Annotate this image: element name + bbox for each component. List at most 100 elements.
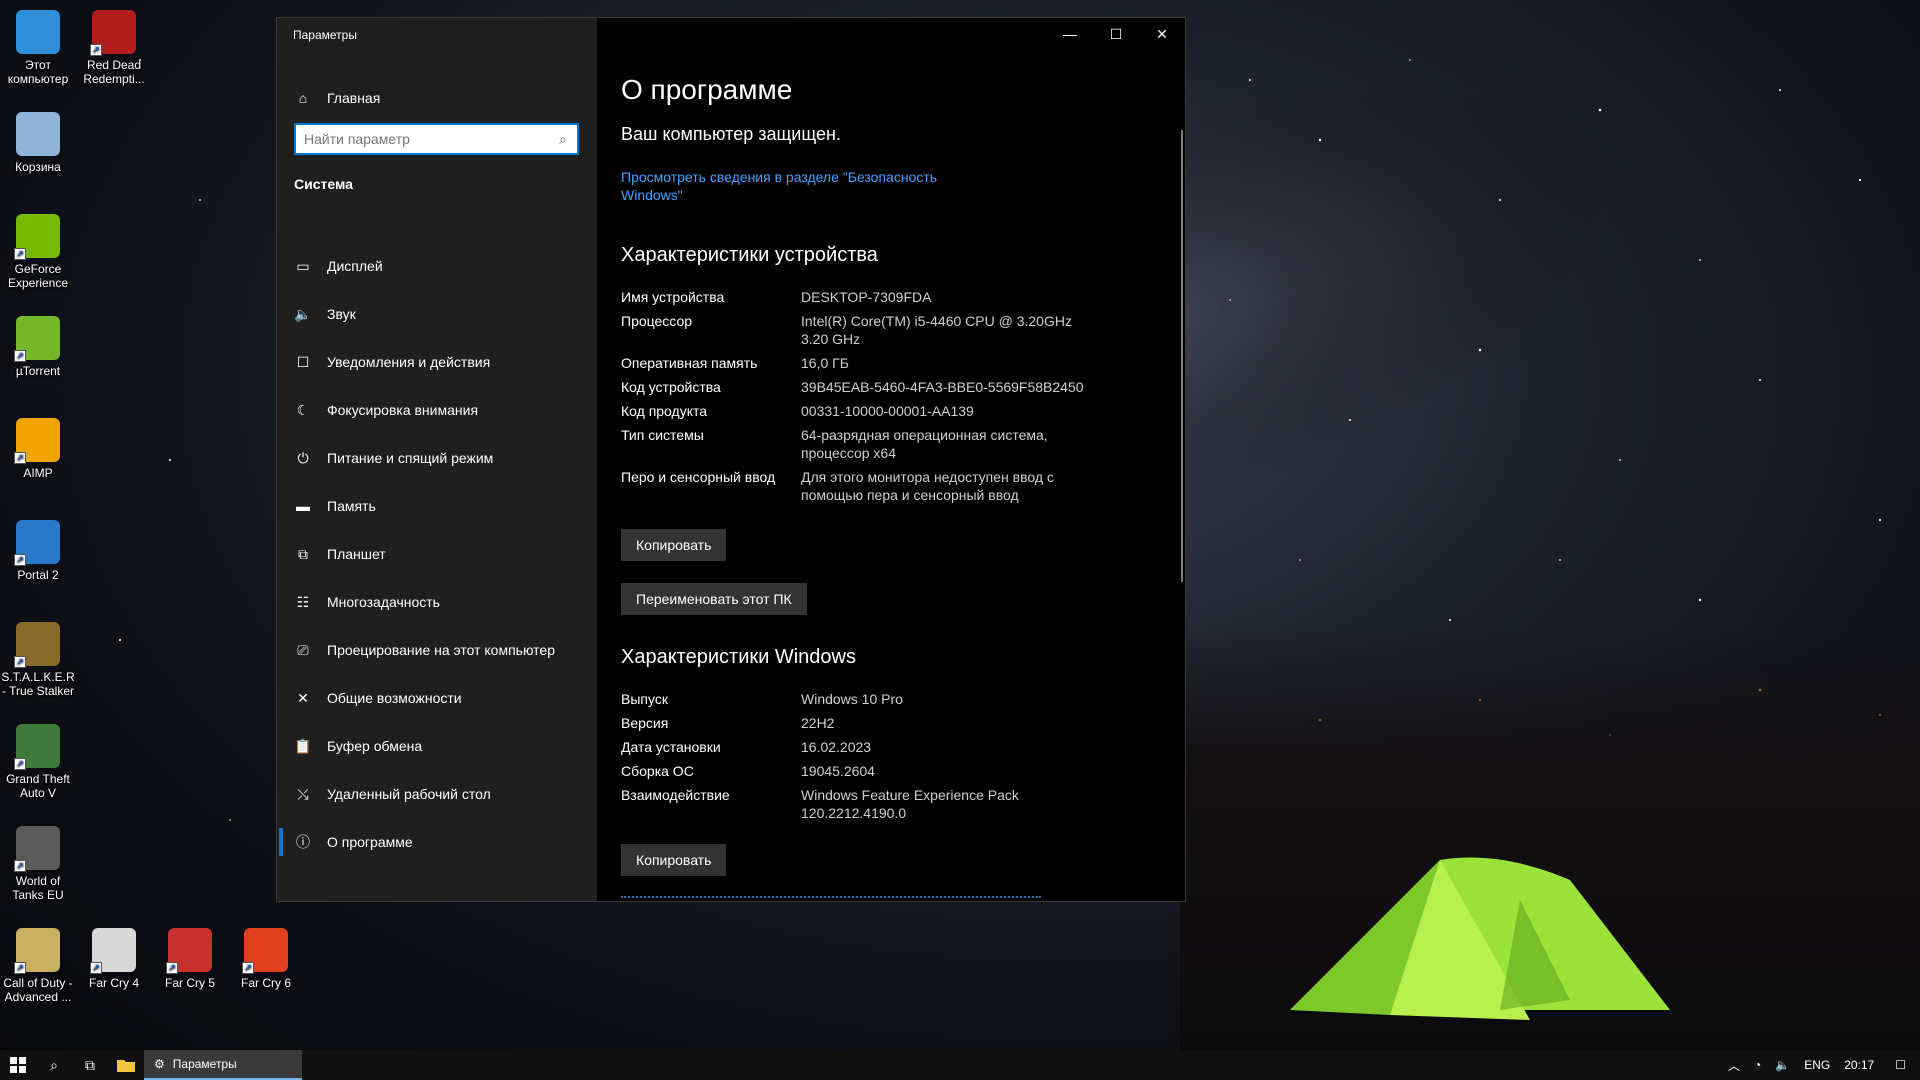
nav-item[interactable]: ☐ Уведомления и действия <box>277 338 597 386</box>
nav-item[interactable]: ⓘ О программе <box>277 818 597 866</box>
desktop-icon-label: Far Cry 4 <box>88 976 139 990</box>
spec-key: Дата установки <box>621 739 721 755</box>
stalker-icon: ↗ <box>14 622 60 668</box>
windows-specs-header: Характеристики Windows <box>621 646 856 668</box>
tablet-icon: ⧉ <box>298 545 308 562</box>
maximize-button[interactable]: ☐ <box>1093 18 1139 50</box>
tent-illustration <box>1290 857 1670 1020</box>
minimize-button[interactable]: — <box>1047 18 1093 50</box>
desktop-icon-label: Far Cry 6 <box>240 976 291 990</box>
nav-item[interactable]: 🔈 Звук <box>277 290 597 338</box>
spec-value: 19045.2604 <box>801 763 875 779</box>
action-center-icon[interactable]: ☐ <box>1881 1058 1920 1072</box>
spec-key: Взаимодействие <box>621 787 730 803</box>
close-button[interactable]: ✕ <box>1139 18 1185 50</box>
window-controls: — ☐ ✕ <box>1047 18 1185 50</box>
rename-pc-button[interactable]: Переименовать этот ПК <box>621 583 807 615</box>
computer-icon <box>16 10 60 54</box>
windows-logo-icon <box>10 1057 26 1073</box>
storage-icon: ▬ <box>296 498 310 514</box>
desktop-icon-label: Корзина <box>15 160 61 174</box>
desktop-icon[interactable]: ↗ AIMP <box>0 412 76 480</box>
chevron-up-icon[interactable]: ︿ <box>1721 1057 1747 1074</box>
nav-home-label: Главная <box>327 90 381 106</box>
nav-item[interactable]: ☷ Многозадачность <box>277 578 597 626</box>
desktop-icon-label: Red Dead Redempti... <box>83 58 145 86</box>
desktop-icon-label: Portal 2 <box>17 568 59 582</box>
desktop-icon[interactable]: ↗ Portal 2 <box>0 514 76 582</box>
nav-item-label: Фокусировка внимания <box>327 402 479 418</box>
shortcut-arrow-icon: ↗ <box>90 44 102 56</box>
nav-item[interactable]: ⧉ Планшет <box>277 530 597 578</box>
desktop-icon[interactable]: ↗ µTorrent <box>0 310 76 378</box>
red-dead-icon: ↗ <box>90 10 136 56</box>
spec-value: Intel(R) Core(TM) i5-4460 CPU @ 3.20GHz … <box>801 313 1072 347</box>
spec-key: Код продукта <box>621 403 708 419</box>
clock[interactable]: 20:17 <box>1837 1058 1881 1072</box>
nav-item[interactable]: 📋 Буфер обмена <box>277 722 597 770</box>
farcry4-icon: ↗ <box>90 928 136 974</box>
desktop-icon[interactable]: ↗ Call of Duty - Advanced ... <box>0 922 76 1004</box>
shortcut-arrow-icon: ↗ <box>14 656 26 668</box>
desktop-icon[interactable]: ↗ Red Dead Redempti... <box>76 4 152 86</box>
task-view-button[interactable]: ⧉ <box>72 1050 108 1080</box>
settings-content: — ☐ ✕ О программе Ваш компьютер защищен.… <box>597 18 1185 901</box>
section-title: Система <box>294 176 353 192</box>
spec-key: Оперативная память <box>621 355 758 371</box>
start-button[interactable] <box>0 1050 36 1080</box>
nav-item[interactable]: ☾ Фокусировка внимания <box>277 386 597 434</box>
shortcut-arrow-icon: ↗ <box>14 962 26 974</box>
desktop-icon[interactable]: ↗ Far Cry 5 <box>152 922 228 990</box>
taskbar-settings-app[interactable]: ⚙ Параметры <box>144 1050 302 1080</box>
shortcut-arrow-icon: ↗ <box>14 452 26 464</box>
nav-item[interactable]: ⎚ Проецирование на этот компьютер <box>277 626 597 674</box>
desktop-icon[interactable]: ↗ S.T.A.L.K.E.R - True Stalker <box>0 616 76 698</box>
desktop-icon[interactable]: ↗ Grand Theft Auto V <box>0 718 76 800</box>
spec-value: 22H2 <box>801 715 835 731</box>
desktop-icon[interactable]: ↗ Far Cry 6 <box>228 922 304 990</box>
nav-item[interactable]: ⏻ Питание и спящий режим <box>277 434 597 482</box>
search-taskbar-button[interactable]: ⌕ <box>36 1050 72 1080</box>
spec-key: Тип системы <box>621 427 704 443</box>
language-indicator[interactable]: ENG <box>1797 1058 1837 1072</box>
desktop-icon[interactable]: ↗ World of Tanks EU <box>0 820 76 902</box>
page-title: О программе <box>621 74 793 105</box>
nav-item[interactable]: ▭ Дисплей <box>277 242 597 290</box>
desktop-icon[interactable]: Этот компьютер <box>0 4 76 86</box>
cod-icon: ↗ <box>14 928 60 974</box>
spec-key: Сборка ОС <box>621 763 694 779</box>
desktop-icon[interactable]: Корзина <box>0 106 76 174</box>
desktop-icon-label: GeForce Experience <box>7 262 69 290</box>
nav-item-label: Уведомления и действия <box>327 354 491 370</box>
desktop-icon[interactable]: ↗ Far Cry 4 <box>76 922 152 990</box>
nav-item-label: Буфер обмена <box>327 738 423 754</box>
nav-item[interactable]: ▬ Память <box>277 482 597 530</box>
volume-icon[interactable]: 🔈 <box>1768 1058 1797 1072</box>
desktop-icon[interactable]: ↗ GeForce Experience <box>0 208 76 290</box>
aimp-icon: ↗ <box>14 418 60 464</box>
spec-key: Код устройства <box>621 379 721 395</box>
network-icon[interactable]: ◔ <box>1747 1058 1768 1072</box>
desktop-icon-label: AIMP <box>23 466 53 480</box>
nav-item-label: Проецирование на этот компьютер <box>327 642 555 658</box>
gta-icon: ↗ <box>14 724 60 770</box>
search-icon[interactable]: ⌕ <box>549 131 577 148</box>
file-explorer-button[interactable] <box>108 1050 144 1080</box>
search-icon: ⌕ <box>50 1056 58 1073</box>
copy-windows-button[interactable]: Копировать <box>621 844 727 876</box>
nav-item[interactable]: ⤯ Удаленный рабочий стол <box>277 770 597 818</box>
shortcut-arrow-icon: ↗ <box>14 860 26 872</box>
search-input[interactable] <box>296 131 549 147</box>
scrollbar[interactable] <box>1181 130 1183 582</box>
desktop-icon-label: Call of Duty - Advanced ... <box>3 976 73 1004</box>
spec-value: Windows Feature Experience Pack 120.2212… <box>801 787 1019 821</box>
nav-home[interactable]: ⌂ Главная <box>277 80 597 116</box>
partially-visible-link[interactable] <box>621 896 1041 901</box>
portal-icon: ↗ <box>14 520 60 566</box>
moon-icon: ☾ <box>296 401 310 418</box>
security-link[interactable]: Просмотреть сведения в разделе "Безопасн… <box>621 168 961 204</box>
desktop-icon-label: Grand Theft Auto V <box>6 772 70 800</box>
copy-device-button[interactable]: Копировать <box>621 529 727 561</box>
nav-item[interactable]: ✕ Общие возможности <box>277 674 597 722</box>
spec-value: 64-разрядная операционная система, проце… <box>801 427 1048 461</box>
